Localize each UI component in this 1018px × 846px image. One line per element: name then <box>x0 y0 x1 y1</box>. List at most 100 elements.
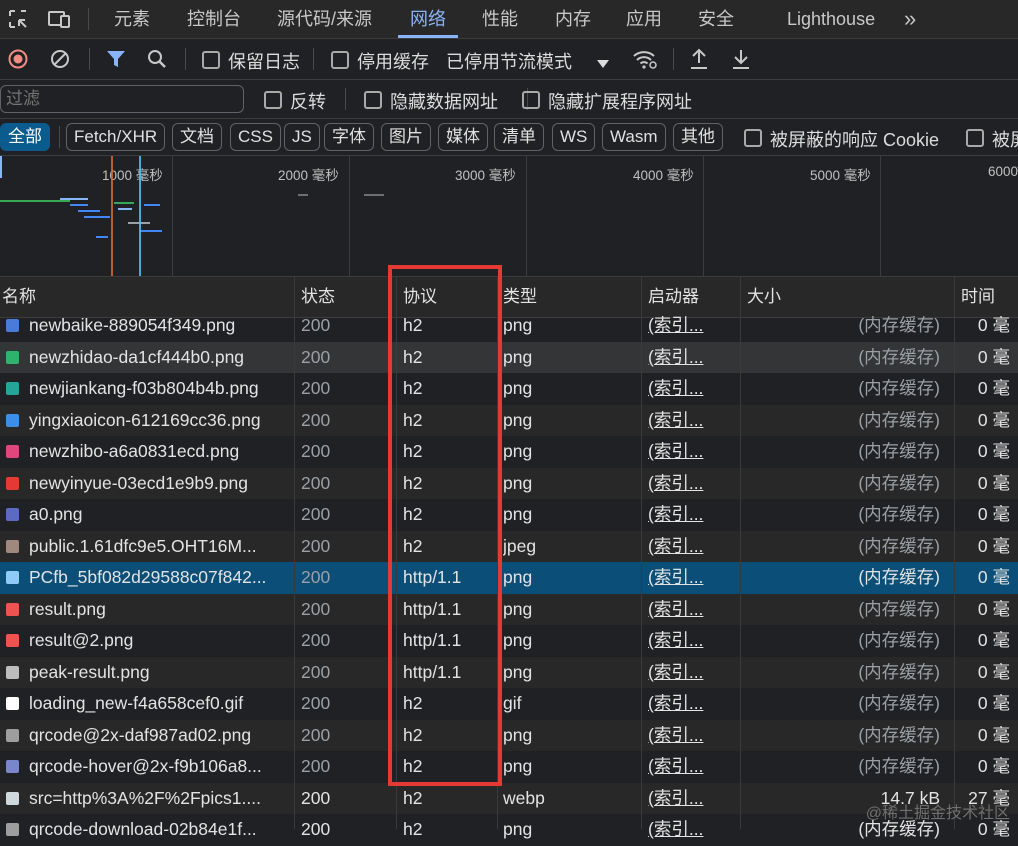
initiator-link[interactable]: (索引... <box>648 310 740 342</box>
table-row[interactable]: newzhidao-da1cf444b0.png 200 h2 png (索引... (内… <box>0 341 1018 374</box>
time-cell: 0 毫 <box>977 441 1010 461</box>
device-toolbar-icon[interactable] <box>47 9 71 29</box>
initiator-link[interactable]: (索引... <box>648 625 740 657</box>
clear-icon[interactable] <box>50 49 70 69</box>
initiator-link[interactable]: (索引... <box>648 531 740 563</box>
initiator-link[interactable]: (索引... <box>648 720 740 752</box>
table-row[interactable]: peak-result.png 200 http/1.1 png (索引... (内存缓存… <box>0 656 1018 689</box>
table-row[interactable]: loading_new-f4a658cef0.gif 200 h2 gif (索引...… <box>0 688 1018 720</box>
filter-chip-manifest[interactable]: 清单 <box>494 123 544 151</box>
hide-extension-urls-checkbox[interactable] <box>522 91 540 109</box>
table-row[interactable]: newjiankang-f03b804b4b.png 200 h2 png (索引...… <box>0 373 1018 405</box>
time-cell: 0 毫 <box>977 724 1010 745</box>
initiator-link[interactable]: (索引... <box>648 751 740 783</box>
initiator-link[interactable]: (索引... <box>648 342 740 374</box>
filter-chip-ws[interactable]: WS <box>552 123 596 151</box>
filter-chip-media[interactable]: 媒体 <box>438 123 488 151</box>
initiator-link[interactable]: (索引... <box>648 814 740 846</box>
initiator-link[interactable]: (索引... <box>648 688 740 720</box>
request-name-cell: yingxiaoicon-612169cc36.png <box>29 409 261 430</box>
filter-chip-all[interactable]: 全部 <box>0 123 50 151</box>
blocked-cookies-checkbox[interactable] <box>744 129 762 147</box>
disable-cache-checkbox[interactable] <box>331 51 349 69</box>
filter-chip-doc[interactable]: 文档 <box>172 123 222 151</box>
initiator-link[interactable]: (索引... <box>648 436 740 468</box>
initiator-link[interactable]: (索引... <box>648 562 740 594</box>
timeline-bar <box>298 194 308 196</box>
file-type-icon <box>6 476 19 490</box>
filter-input[interactable] <box>0 85 244 113</box>
tab-security[interactable]: 安全 <box>698 0 734 38</box>
invert-checkbox[interactable] <box>264 91 282 109</box>
table-row[interactable]: newzhibo-a6a0831ecd.png 200 h2 png (索引... (内存… <box>0 436 1018 468</box>
filter-chip-img[interactable]: 图片 <box>381 123 431 151</box>
filter-chip-wasm[interactable]: Wasm <box>602 123 666 151</box>
time-cell: 0 毫 <box>977 661 1010 682</box>
type-cell: png <box>503 724 533 745</box>
search-icon[interactable] <box>147 49 167 69</box>
table-row[interactable]: a0.png 200 h2 png (索引... (内存缓存) 0 毫 <box>0 499 1018 531</box>
request-name-cell: qrcode-download-02b84e1f... <box>29 819 257 839</box>
hide-data-urls-checkbox[interactable] <box>364 91 382 109</box>
table-row[interactable]: newbaike-889054f349.png 200 h2 png (索引... (内存… <box>0 310 1018 342</box>
initiator-link[interactable]: (索引... <box>648 594 740 626</box>
table-row[interactable]: public.1.61dfc9e5.OHT16M... 200 h2 jpeg (索引.… <box>0 530 1018 563</box>
size-cell: (内存缓存) <box>858 504 940 524</box>
filter-chip-fetch-xhr[interactable]: Fetch/XHR <box>66 123 166 151</box>
filter-chip-js[interactable]: JS <box>284 123 320 151</box>
filter-chip-font[interactable]: 字体 <box>324 123 374 151</box>
tab-memory[interactable]: 内存 <box>555 0 591 38</box>
initiator-link[interactable]: (索引... <box>648 468 740 500</box>
filter-chip-css[interactable]: CSS <box>230 123 281 151</box>
import-har-icon[interactable] <box>689 48 709 70</box>
table-row[interactable]: yingxiaoicon-612169cc36.png 200 h2 png (索引..… <box>0 404 1018 437</box>
request-name-cell: newjiankang-f03b804b4b.png <box>29 378 259 398</box>
file-type-icon <box>6 445 19 458</box>
initiator-link[interactable]: (索引... <box>648 373 740 405</box>
preserve-log-label: 保留日志 <box>228 52 300 72</box>
type-cell: png <box>503 567 533 587</box>
preserve-log-checkbox[interactable] <box>202 51 220 69</box>
table-row[interactable]: qrcode-hover@2x-f9b106a8... 200 h2 png (索引..… <box>0 751 1018 783</box>
initiator-link[interactable]: (索引... <box>648 783 740 815</box>
tab-sources[interactable]: 源代码/来源 <box>277 0 372 38</box>
size-cell: (内存缓存) <box>858 598 940 619</box>
tab-elements[interactable]: 元素 <box>114 0 150 38</box>
filter-icon[interactable] <box>106 50 126 68</box>
network-conditions-icon[interactable] <box>632 48 658 70</box>
type-cell: png <box>503 504 533 524</box>
blocked-requests-checkbox[interactable] <box>966 129 984 147</box>
file-type-icon <box>6 539 19 553</box>
time-cell: 0 毫 <box>977 630 1010 650</box>
table-row[interactable]: qrcode@2x-daf987ad02.png 200 h2 png (索引... (内… <box>0 719 1018 752</box>
time-cell: 0 毫 <box>977 346 1010 367</box>
size-cell: (内存缓存) <box>858 567 940 587</box>
initiator-link[interactable]: (索引... <box>648 499 740 531</box>
chevron-down-icon[interactable] <box>597 54 609 68</box>
type-cell: png <box>503 472 533 493</box>
throttling-select[interactable]: 已停用节流模式 <box>446 48 572 74</box>
inspect-element-icon[interactable] <box>8 9 28 29</box>
stop-recording-icon[interactable] <box>8 49 28 69</box>
tab-network[interactable]: 网络 <box>398 0 458 38</box>
invert-label: 反转 <box>290 92 326 112</box>
initiator-link[interactable]: (索引... <box>648 405 740 437</box>
table-row[interactable]: result@2.png 200 http/1.1 png (索引... (内存缓存) 0 … <box>0 625 1018 657</box>
table-row[interactable]: PCfb_5bf082d29588c07f842... 200 http/1.1 pn… <box>0 562 1018 594</box>
dom-content-loaded-marker <box>111 156 113 276</box>
timeline-bar <box>0 200 70 202</box>
tab-application[interactable]: 应用 <box>626 0 662 38</box>
export-har-icon[interactable] <box>731 48 751 70</box>
tab-performance[interactable]: 性能 <box>482 0 518 38</box>
more-tabs-chevron-icon[interactable]: » <box>904 0 916 38</box>
table-row[interactable]: result.png 200 http/1.1 png (索引... (内存缓存) 0 毫 <box>0 593 1018 626</box>
initiator-link[interactable]: (索引... <box>648 657 740 689</box>
filter-bar: 反转 隐藏数据网址 隐藏扩展程序网址 <box>0 80 1018 119</box>
tab-console[interactable]: 控制台 <box>187 0 241 38</box>
tab-lighthouse[interactable]: Lighthouse <box>787 0 875 38</box>
timeline-selection-handle[interactable] <box>0 156 2 178</box>
network-overview-timeline[interactable]: 1000 毫秒 2000 毫秒 3000 毫秒 4000 毫秒 5000 毫秒 … <box>0 156 1018 277</box>
file-type-icon <box>6 634 19 647</box>
filter-chip-other[interactable]: 其他 <box>673 123 723 151</box>
table-row[interactable]: newyinyue-03ecd1e9b9.png 200 h2 png (索引... (内… <box>0 467 1018 500</box>
